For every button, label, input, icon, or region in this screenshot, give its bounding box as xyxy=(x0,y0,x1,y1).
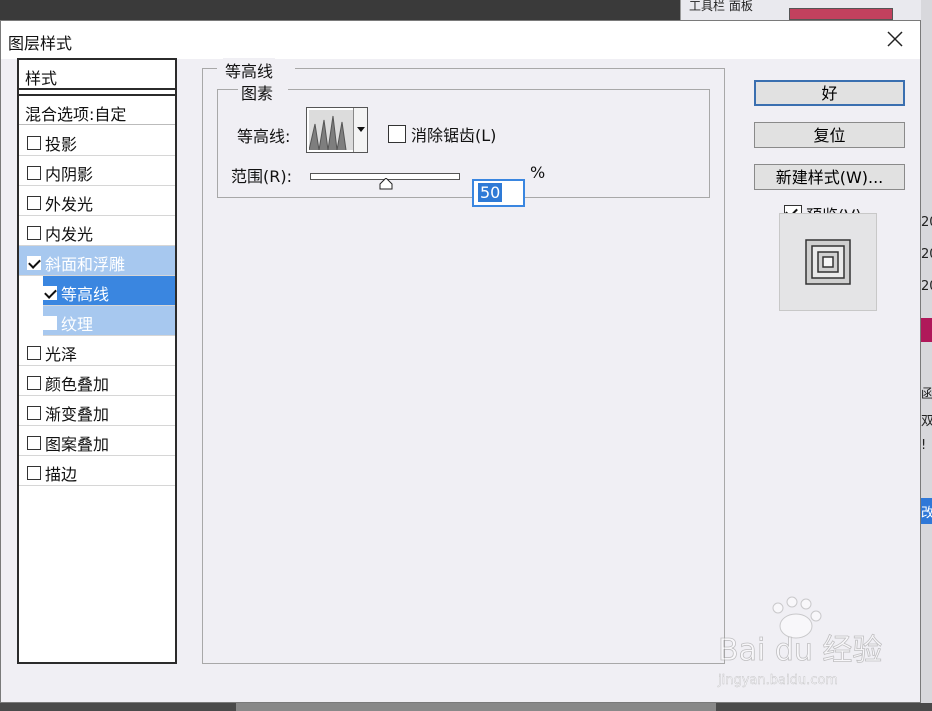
background-fragment: 20 xyxy=(921,215,932,230)
slider-handle-icon[interactable] xyxy=(379,178,393,190)
contour-group-title: 等高线 xyxy=(223,58,276,82)
style-item-12[interactable]: 描边 xyxy=(19,456,175,486)
background-fragment: 函 xyxy=(921,387,932,402)
range-slider[interactable] xyxy=(310,173,460,193)
style-item-label: 图案叠加 xyxy=(45,434,110,454)
style-item-label: 渐变叠加 xyxy=(45,404,110,424)
checkbox-icon[interactable] xyxy=(27,225,41,240)
blend-options-item[interactable]: 混合选项:自定 xyxy=(19,94,175,125)
style-item-5[interactable]: 斜面和浮雕 xyxy=(19,246,175,276)
checkbox-icon[interactable] xyxy=(27,375,41,390)
style-preview-thumbnail xyxy=(779,213,877,311)
range-label: 范围(R): xyxy=(231,167,292,186)
chevron-down-icon[interactable] xyxy=(353,108,367,152)
checkbox-icon[interactable] xyxy=(27,435,41,450)
range-value: 50 xyxy=(478,183,503,202)
style-item-label: 光泽 xyxy=(45,344,78,364)
contour-picker[interactable] xyxy=(306,107,368,153)
reset-button[interactable]: 复位 xyxy=(754,122,905,148)
style-item-label: 外发光 xyxy=(45,194,94,214)
checkbox-icon[interactable] xyxy=(27,165,41,180)
style-item-3[interactable]: 外发光 xyxy=(19,186,175,216)
style-item-label: 内发光 xyxy=(45,224,94,244)
style-item-label: 描边 xyxy=(45,464,78,484)
background-fragment: 20 xyxy=(921,279,932,294)
background-color-bar xyxy=(921,318,932,342)
background-toolbar-text: 工具栏 面板 xyxy=(689,0,753,13)
style-list-header[interactable]: 样式 xyxy=(19,60,175,90)
style-item-label: 内阴影 xyxy=(45,164,94,184)
range-input[interactable]: 50 xyxy=(472,179,525,207)
background-fragment: 改 xyxy=(921,506,932,521)
style-item-label: 颜色叠加 xyxy=(45,374,110,394)
style-item-11[interactable]: 图案叠加 xyxy=(19,426,175,456)
range-unit: % xyxy=(530,163,546,182)
background-app-panel: 20 20 20 函 双 ! 改 xyxy=(921,0,932,711)
style-item-label: 投影 xyxy=(45,134,78,154)
background-app-toolbar: 工具栏 面板 xyxy=(680,0,932,20)
checkbox-icon[interactable] xyxy=(43,315,57,330)
background-fragment: 双 xyxy=(921,414,932,429)
contour-label: 等高线: xyxy=(237,127,291,146)
checkbox-icon[interactable] xyxy=(27,195,41,210)
style-item-label: 等高线 xyxy=(61,284,110,304)
style-item-2[interactable]: 内阴影 xyxy=(19,156,175,186)
background-bottom-strip xyxy=(0,703,932,711)
style-item-9[interactable]: 颜色叠加 xyxy=(19,366,175,396)
style-item-1[interactable]: 投影 xyxy=(19,126,175,156)
background-fragment: ! xyxy=(921,438,927,453)
checkbox-icon[interactable] xyxy=(27,405,41,420)
style-item-label: 纹理 xyxy=(61,314,94,334)
dialog-title: 图层样式 xyxy=(8,34,73,53)
checkbox-icon xyxy=(388,125,406,143)
anti-alias-checkbox[interactable]: 消除锯齿(L) xyxy=(388,122,496,146)
checkbox-icon[interactable] xyxy=(43,285,57,300)
style-item-10[interactable]: 渐变叠加 xyxy=(19,396,175,426)
checkbox-icon[interactable] xyxy=(27,465,41,480)
bevel-preview-icon xyxy=(805,239,851,285)
dialog-titlebar: 图层样式 xyxy=(1,21,920,59)
anti-alias-label: 消除锯齿(L) xyxy=(411,126,497,145)
elements-group-title: 图素 xyxy=(239,80,276,104)
ok-button[interactable]: 好 xyxy=(754,80,905,106)
style-item-6[interactable]: 等高线 xyxy=(43,276,175,306)
checkbox-icon[interactable] xyxy=(27,255,41,270)
new-style-button[interactable]: 新建样式(W)... xyxy=(754,164,905,190)
checkbox-icon[interactable] xyxy=(27,345,41,360)
style-item-label: 斜面和浮雕 xyxy=(45,254,126,274)
background-fragment: 20 xyxy=(921,247,932,262)
background-color-swatch xyxy=(789,8,893,20)
style-item-4[interactable]: 内发光 xyxy=(19,216,175,246)
close-icon xyxy=(887,31,903,47)
checkbox-icon[interactable] xyxy=(27,135,41,150)
close-button[interactable] xyxy=(882,26,908,52)
contour-curve-icon xyxy=(309,110,353,150)
style-list: 样式 混合选项:自定 投影内阴影外发光内发光斜面和浮雕等高线纹理光泽颜色叠加渐变… xyxy=(17,58,177,664)
style-item-8[interactable]: 光泽 xyxy=(19,336,175,366)
style-item-7[interactable]: 纹理 xyxy=(43,306,175,336)
